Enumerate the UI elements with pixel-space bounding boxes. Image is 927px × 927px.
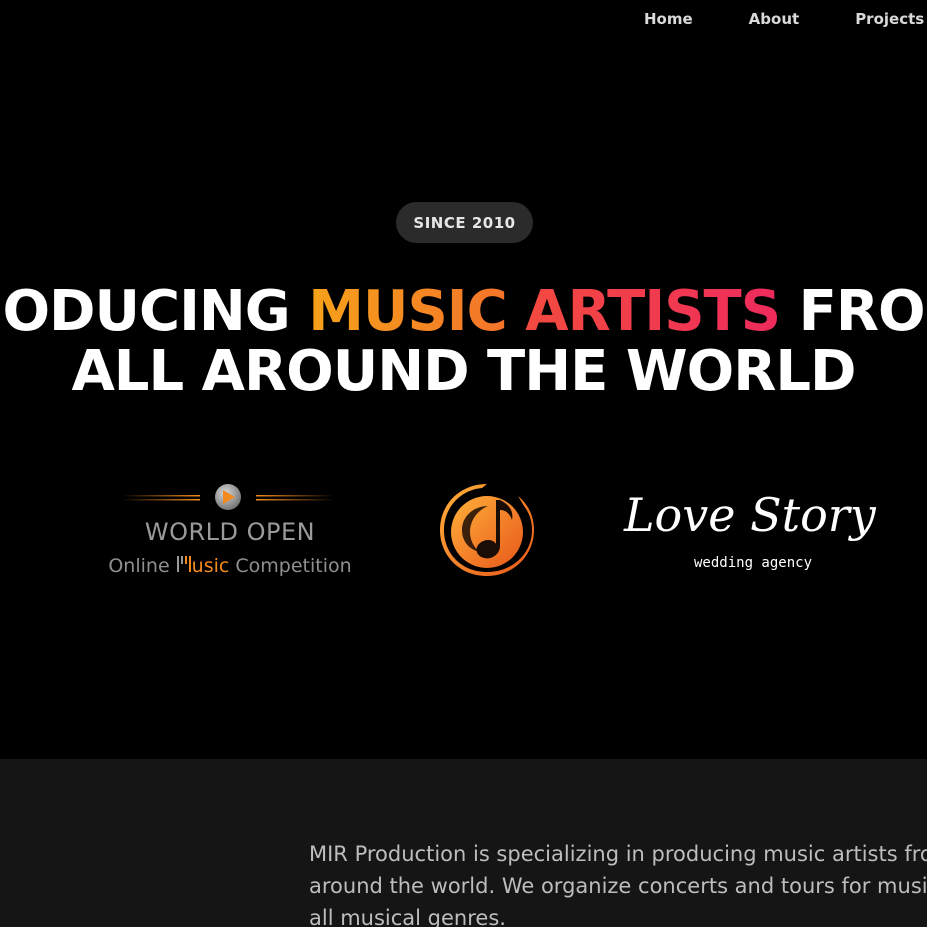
world-open-logo: WORLD OPEN Online usic Competition <box>96 480 364 584</box>
world-open-sub-prefix: Online <box>108 555 176 577</box>
love-story-title: Love Story <box>624 488 876 542</box>
headline-highlight-artists: ARTISTS <box>525 279 781 344</box>
world-open-sub-suffix: Competition <box>229 555 352 577</box>
nav-home[interactable]: Home <box>644 10 693 28</box>
about-text: MIR Production is specializing in produc… <box>309 842 927 927</box>
headline-line-1: ODUCING MUSIC ARTISTS FRO <box>0 282 927 342</box>
about-section: MIR Production is specializing in produc… <box>0 759 927 927</box>
headline-prefix: ODUCING <box>2 279 309 344</box>
love-story-logo: Love Story wedding agency <box>620 488 876 578</box>
headline-suffix: FRO <box>780 279 926 344</box>
headline-highlight-music: MUSIC <box>308 279 507 344</box>
music-note-icon <box>440 484 534 576</box>
since-badge: SINCE 2010 <box>396 202 533 243</box>
nav-about[interactable]: About <box>749 10 800 28</box>
love-story-subtitle: wedding agency <box>694 555 813 571</box>
headline-space <box>507 279 526 344</box>
world-open-title: WORLD OPEN <box>144 518 316 546</box>
nav-projects[interactable]: Projects <box>855 10 924 28</box>
play-icon <box>122 484 334 510</box>
piano-keys-icon <box>176 556 191 572</box>
world-open-subtitle: Online usic Competition <box>96 554 364 577</box>
world-open-sub-highlight: usic <box>191 555 230 577</box>
page: Home About Projects SINCE 2010 ODUCING M… <box>0 0 927 927</box>
headline-line-2: ALL AROUND THE WORLD <box>71 339 856 404</box>
top-nav: Home About Projects <box>644 10 924 28</box>
